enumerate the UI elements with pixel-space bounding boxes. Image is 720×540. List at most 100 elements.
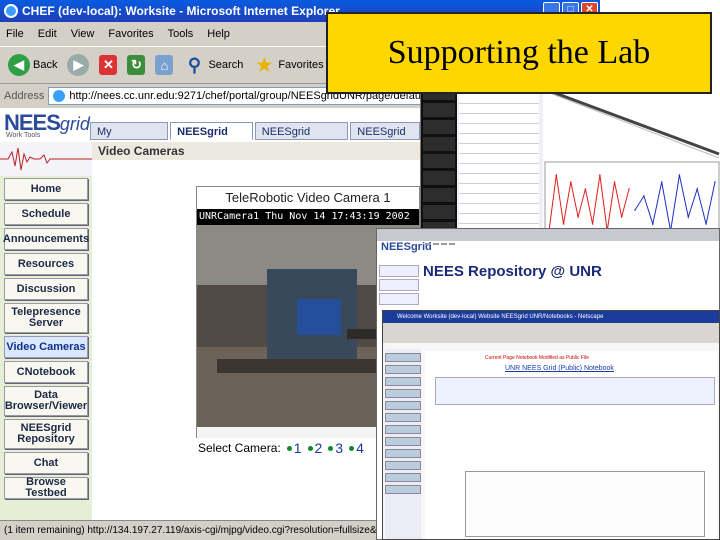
waveform-point — [705, 223, 707, 225]
notebook-nav — [385, 349, 421, 539]
stop-button[interactable]: ✕ — [97, 51, 119, 79]
camera-option-3[interactable]: 3 — [328, 440, 343, 456]
favorites-button[interactable]: ★ Favorites — [251, 51, 325, 79]
tab-neesgrid-support[interactable]: NEESgrid Support — [254, 122, 349, 156]
refresh-button[interactable]: ↻ — [125, 51, 147, 79]
notebook-nav-item[interactable] — [385, 365, 421, 374]
notebook-nav-item[interactable] — [385, 389, 421, 398]
seismic-wave-icon — [0, 147, 92, 171]
waveform-point — [577, 216, 579, 218]
nav-video-cameras[interactable]: Video Cameras — [4, 336, 88, 358]
daq-btn — [423, 137, 455, 151]
waveform-point — [714, 181, 716, 183]
repository-tab[interactable] — [449, 243, 455, 245]
waveform-point — [696, 188, 698, 190]
notebook-alert: Current Page Notebook Modified as Public… — [485, 355, 589, 361]
waveform-point — [687, 216, 690, 218]
page-title: Video Cameras — [92, 142, 420, 160]
repository-nav — [379, 265, 419, 305]
notebook-nav-item[interactable] — [385, 353, 421, 362]
repository-tab[interactable] — [425, 243, 431, 245]
tab-neesgrid-unr[interactable]: NEESgrid UNR — [170, 122, 253, 156]
daq-screenshot — [420, 84, 720, 244]
camera-title: TeleRobotic Video Camera 1 — [197, 187, 419, 209]
back-button[interactable]: ◀ Back — [6, 51, 59, 79]
menu-file[interactable]: File — [6, 28, 24, 40]
repository-tab[interactable] — [433, 243, 439, 245]
forward-button[interactable]: ▶ — [65, 51, 91, 79]
camera-option-2[interactable]: 2 — [308, 440, 323, 456]
forward-arrow-icon: ▶ — [67, 54, 90, 76]
window-title: CHEF (dev-local): Worksite - Microsoft I… — [22, 4, 340, 18]
waveform-point — [620, 216, 623, 218]
notebook-nav-item[interactable] — [385, 485, 421, 494]
nav-browse-testbed[interactable]: Browse Testbed — [4, 477, 88, 499]
neesgrid-logo[interactable]: NEESgrid Work Tools — [4, 110, 90, 140]
slide-title: Supporting the Lab — [326, 12, 712, 94]
notebook-nav-item[interactable] — [385, 461, 421, 470]
logo-subtitle: Work Tools — [6, 132, 41, 139]
notebook-window: Welcome Worksite (dev-local) Website NEE… — [382, 310, 720, 540]
waveform-point — [584, 188, 587, 190]
nav-announcements[interactable]: Announcements — [3, 228, 89, 250]
notebook-nav-item[interactable] — [385, 401, 421, 410]
notebook-toolbar — [383, 323, 719, 343]
nav-cnotebook[interactable]: CNotebook — [4, 361, 88, 383]
select-camera-label: Select Camera: — [198, 441, 281, 455]
nav-schedule[interactable]: Schedule — [4, 203, 88, 225]
repository-nav-item[interactable] — [379, 293, 419, 305]
menu-edit[interactable]: Edit — [38, 28, 57, 40]
nav-home[interactable]: Home — [4, 178, 88, 200]
nav-discussion[interactable]: Discussion — [4, 278, 88, 300]
daq-sidebar — [421, 84, 457, 244]
repository-nav-item[interactable] — [379, 265, 419, 277]
notebook-nav-item[interactable] — [385, 413, 421, 422]
notebook-nav-item[interactable] — [385, 425, 421, 434]
menu-help[interactable]: Help — [207, 28, 230, 40]
repository-titlebar — [377, 229, 719, 241]
notebook-nav-item[interactable] — [385, 437, 421, 446]
menu-tools[interactable]: Tools — [168, 28, 194, 40]
notebook-nav-item[interactable] — [385, 449, 421, 458]
back-arrow-icon: ◀ — [8, 54, 30, 76]
daq-plot-svg — [544, 88, 720, 243]
waveform-point — [634, 209, 636, 211]
stop-icon: ✕ — [99, 55, 118, 75]
search-label: Search — [208, 59, 244, 71]
notebook-entry-box — [465, 471, 705, 537]
tab-my-workspace[interactable]: My Workspace — [90, 122, 169, 156]
camera-option-1[interactable]: 1 — [287, 440, 302, 456]
nav-chat[interactable]: Chat — [4, 452, 88, 474]
waveform-point — [591, 223, 594, 225]
repository-tabs — [425, 243, 455, 245]
seismic-wave-graphic — [0, 142, 92, 176]
waveform-point — [643, 195, 645, 197]
logo-grid: grid — [59, 114, 90, 134]
nav-data-browser-viewer[interactable]: Data Browser/Viewer — [4, 386, 88, 416]
waveform-point — [599, 174, 601, 176]
repository-nav-item[interactable] — [379, 279, 419, 291]
nav-neesgrid-repository[interactable]: NEESgrid Repository — [4, 419, 88, 449]
menu-favorites[interactable]: Favorites — [108, 28, 153, 40]
waveform-point — [555, 174, 558, 176]
left-nav: Home Schedule Announcements Resources Di… — [0, 176, 92, 520]
notebook-nav-item[interactable] — [385, 473, 421, 482]
daq-btn — [423, 103, 455, 117]
notebook-nav-item[interactable] — [385, 377, 421, 386]
favorites-label: Favorites — [278, 59, 324, 71]
nav-resources[interactable]: Resources — [4, 253, 88, 275]
menu-view[interactable]: View — [71, 28, 95, 40]
probe-highlight — [546, 91, 720, 159]
tab-neesgrid-all[interactable]: NEESgrid All — [350, 122, 420, 156]
search-button[interactable]: ⚲ Search — [181, 51, 245, 79]
home-icon: ⌂ — [155, 55, 174, 75]
address-label: Address — [4, 90, 45, 102]
waveform-point — [678, 174, 681, 176]
ie-icon — [4, 4, 18, 18]
camera-option-4[interactable]: 4 — [349, 440, 364, 456]
home-button[interactable]: ⌂ — [153, 51, 175, 79]
notebook-heading[interactable]: UNR NEES Grid (Public) Notebook — [505, 365, 614, 372]
nav-telepresence-server[interactable]: Telepresence Server — [4, 303, 88, 333]
notebook-body: Current Page Notebook Modified as Public… — [425, 351, 717, 539]
repository-tab[interactable] — [441, 243, 447, 245]
